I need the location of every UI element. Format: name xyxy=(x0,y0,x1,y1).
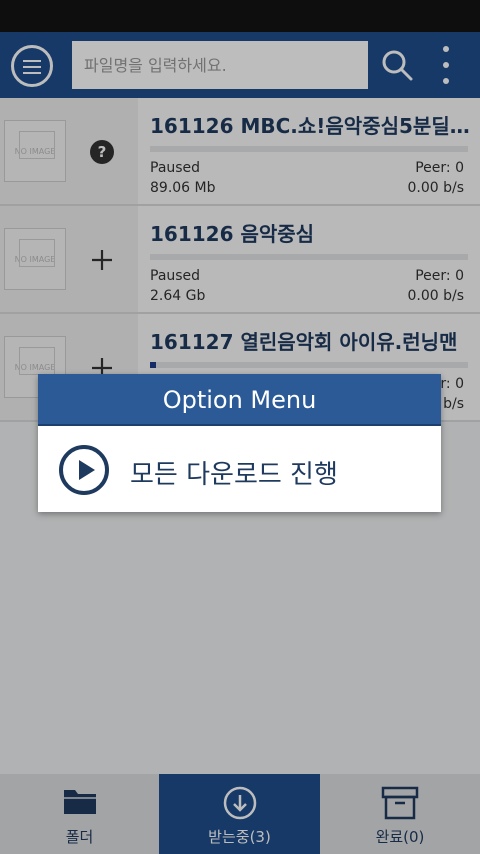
play-circle-icon xyxy=(59,445,109,495)
dialog-item-label: 모든 다운로드 진행 xyxy=(130,460,338,490)
resume-all-downloads-item[interactable]: 모든 다운로드 진행 xyxy=(38,426,441,512)
option-menu-dialog: Option Menu 모든 다운로드 진행 xyxy=(38,374,441,512)
dialog-title: Option Menu xyxy=(38,374,441,426)
